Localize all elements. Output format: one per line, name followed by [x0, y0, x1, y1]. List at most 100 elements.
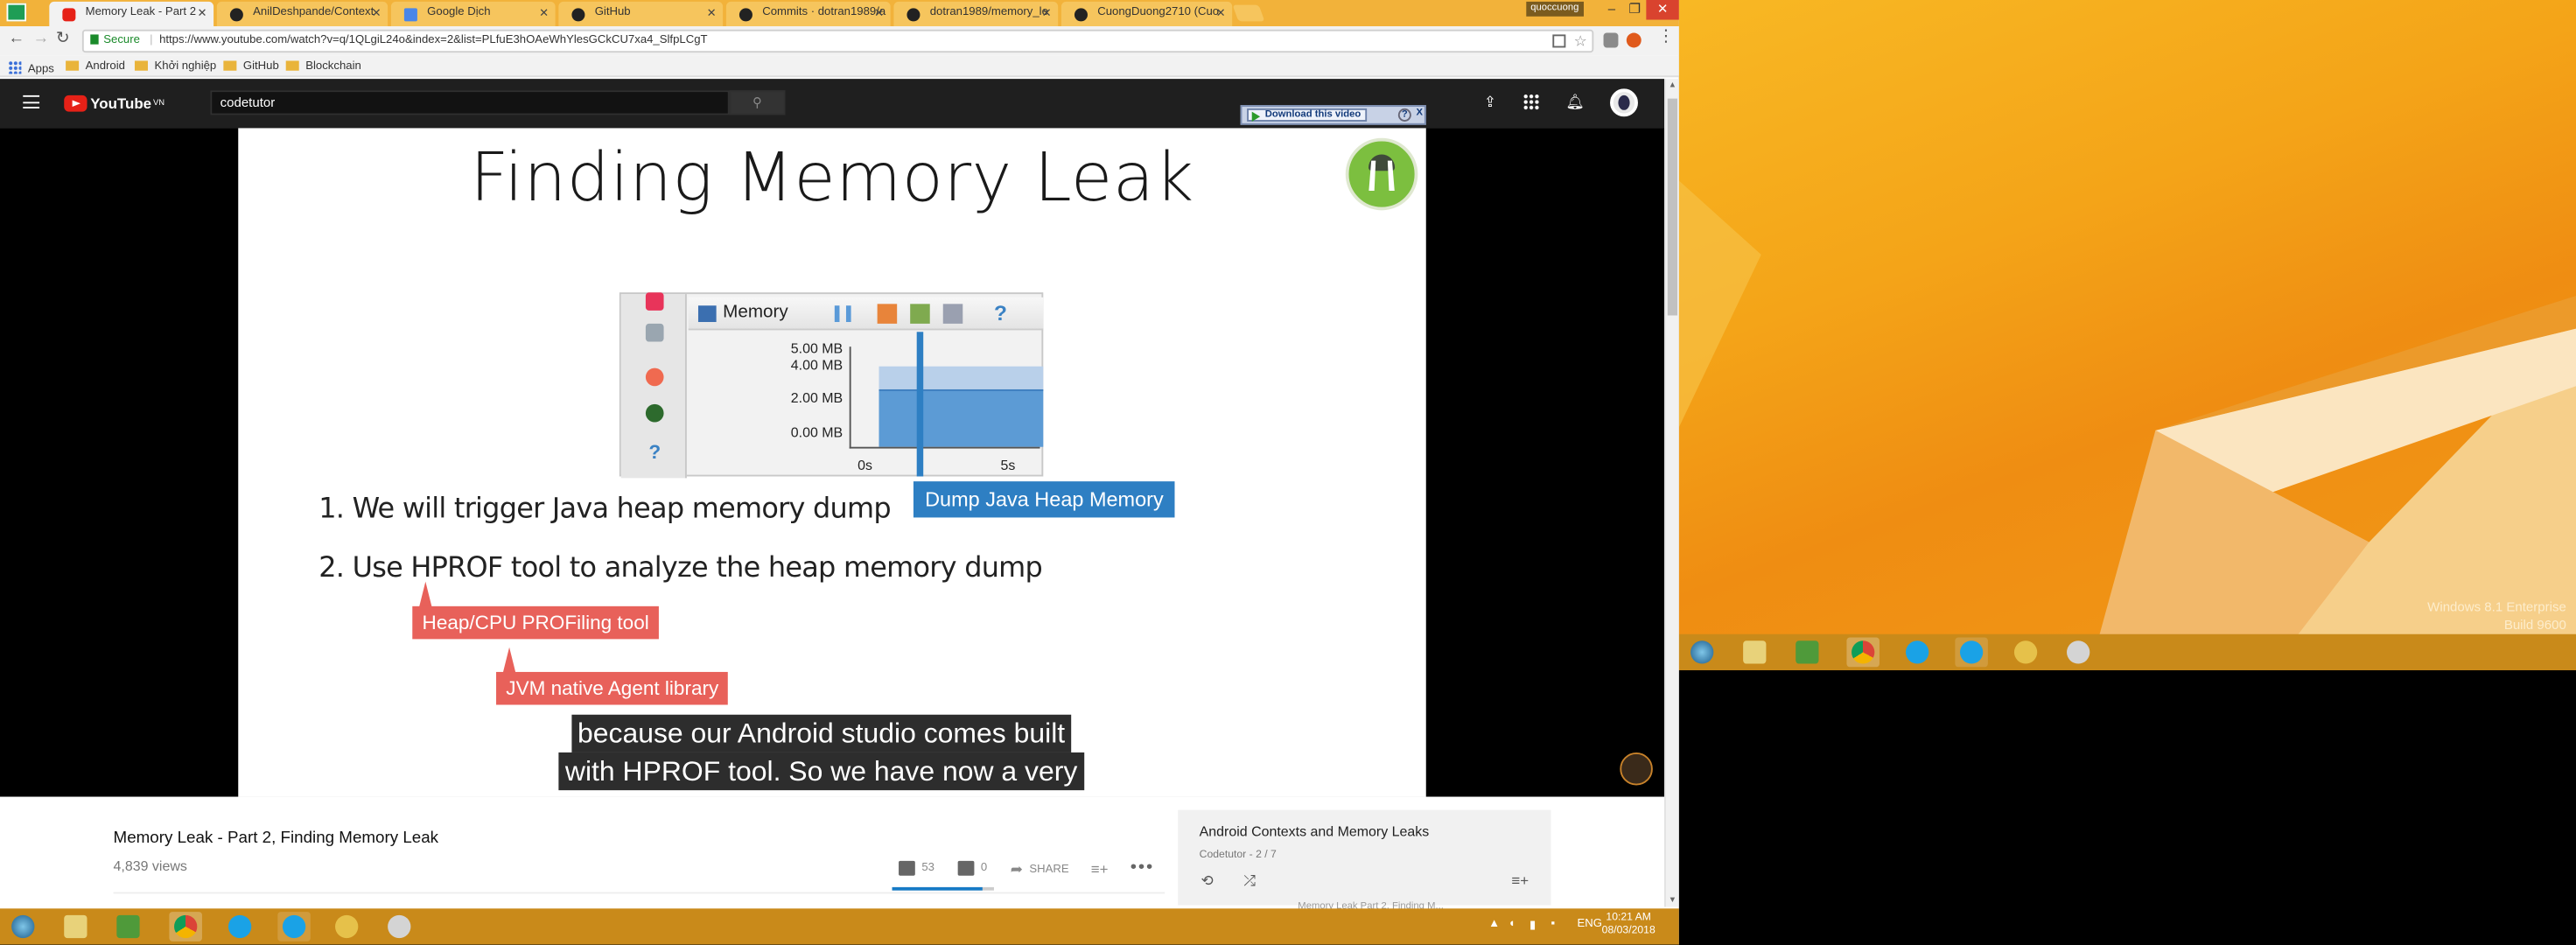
lock-icon	[90, 34, 99, 45]
gc-icon	[645, 403, 664, 423]
new-tab-button[interactable]	[1232, 4, 1265, 22]
loop-icon[interactable]: ⟲	[1201, 872, 1214, 891]
taskbar-android-studio[interactable]	[1791, 638, 1824, 668]
share-button[interactable]: ➦ SHARE	[1011, 861, 1069, 879]
restore-button[interactable]: ❐	[1623, 0, 1646, 20]
taskbar-settings[interactable]	[2062, 638, 2095, 668]
tab-memory-leak-repo[interactable]: dotran1989/memory_le ✕	[893, 1, 1059, 27]
url-text: https://www.youtube.com/watch?v=q/1QLgiL…	[159, 34, 708, 46]
more-actions-icon[interactable]: •••	[1130, 858, 1154, 878]
app-icon	[2013, 640, 2038, 664]
minimize-button[interactable]: –	[1600, 0, 1623, 20]
tab-label: dotran1989/memory_le	[929, 6, 1048, 18]
upload-icon[interactable]: ⇪	[1482, 94, 1499, 110]
shuffle-icon[interactable]: ⤮	[1243, 872, 1256, 891]
bookmark-android[interactable]: Android	[66, 60, 125, 73]
taskbar-explorer[interactable]	[60, 912, 93, 942]
reload-icon[interactable]: ↻	[56, 30, 70, 48]
forward-icon[interactable]: →	[33, 30, 50, 48]
back-icon[interactable]: ←	[8, 30, 24, 48]
volume-icon[interactable]: ◖	[1508, 919, 1516, 930]
tab-label: Memory Leak - Part 2	[85, 6, 197, 18]
bookmark-star-icon[interactable]: ☆	[1574, 32, 1587, 52]
page-scrollbar[interactable]: ▲ ▼	[1664, 79, 1679, 907]
start-button[interactable]	[7, 912, 40, 942]
start-button[interactable]	[1685, 638, 1718, 668]
bookmark-github[interactable]: GitHub	[223, 60, 279, 73]
tab-google-dich[interactable]: Google Dịch ✕	[390, 1, 556, 27]
power-icon[interactable]: ▪	[1550, 919, 1555, 930]
secondary-taskbar	[1678, 634, 2576, 671]
memory-chart: 5.00 MB 4.00 MB 2.00 MB 0.00 MB 0s 5s	[689, 332, 1044, 476]
close-icon[interactable]: X	[1413, 108, 1426, 122]
search-input[interactable]: codetutor	[210, 90, 730, 116]
sheets-app-icon[interactable]	[6, 3, 27, 22]
download-video-button[interactable]: Download this video	[1247, 108, 1368, 122]
channel-watermark[interactable]	[1620, 752, 1653, 786]
search-button[interactable]: ⚲	[729, 90, 786, 116]
close-icon[interactable]: ✕	[539, 7, 549, 19]
tab-memory-leak[interactable]: Memory Leak - Part 2 ✕	[49, 1, 214, 27]
taskbar-skype[interactable]	[1900, 638, 1934, 668]
taskbar-skype-2[interactable]	[277, 912, 311, 942]
folder-icon	[66, 60, 80, 71]
avatar[interactable]	[1610, 88, 1638, 117]
scrollbar-thumb[interactable]	[1667, 98, 1678, 316]
add-to-playlist-button[interactable]: ≡+	[1091, 861, 1109, 878]
close-icon[interactable]: ✕	[1216, 7, 1226, 19]
dislike-button[interactable]: 0	[957, 860, 987, 876]
menu-icon[interactable]	[23, 94, 40, 108]
close-icon[interactable]: ✕	[707, 7, 717, 19]
tray-arrow-icon[interactable]: ▲	[1488, 919, 1500, 930]
tab-cuongduong[interactable]: CuongDuong2710 (Cuo ✕	[1060, 1, 1233, 27]
tab-github[interactable]: GitHub ✕	[558, 1, 724, 27]
language-indicator[interactable]: ENG	[1577, 919, 1601, 930]
taskbar-app[interactable]	[330, 912, 363, 942]
tab-commits[interactable]: Commits · dotran1989/a ✕	[725, 1, 891, 27]
taskbar-skype-2[interactable]	[1955, 637, 1988, 668]
y-tick-label: 2.00 MB	[790, 388, 844, 406]
divider	[113, 892, 1166, 894]
playlist-title[interactable]: Android Contexts and Memory Leaks	[1200, 823, 1430, 840]
bookmark-blockchain[interactable]: Blockchain	[285, 60, 361, 73]
scroll-up-icon[interactable]: ▲	[1668, 80, 1677, 90]
taskbar-chrome[interactable]	[169, 912, 202, 942]
callout-jvm: JVM native Agent library	[496, 671, 729, 705]
close-icon[interactable]: ✕	[372, 7, 382, 19]
close-icon[interactable]: ✕	[1042, 7, 1052, 19]
taskbar-explorer[interactable]	[1739, 638, 1772, 668]
save-playlist-icon[interactable]: ≡+	[1511, 872, 1529, 889]
garbage-truck-icon	[877, 304, 898, 324]
profile-badge[interactable]: quoccuong	[1525, 1, 1585, 17]
skype-icon	[282, 914, 306, 939]
scroll-down-icon[interactable]: ▼	[1668, 895, 1677, 905]
extension-icon[interactable]	[1626, 32, 1642, 48]
menu-dots-icon[interactable]: ⋮	[1657, 28, 1674, 46]
used-area	[878, 388, 1044, 447]
taskbar-settings[interactable]	[382, 912, 416, 942]
taskbar-android-studio[interactable]	[112, 912, 145, 942]
like-button[interactable]: 53	[899, 860, 934, 876]
notifications-bell-icon[interactable]: 🔔︎	[1565, 94, 1584, 110]
taskbar-skype[interactable]	[223, 912, 256, 942]
taskbar-clock[interactable]: 10:21 AM 08/03/2018	[1602, 912, 1656, 938]
taskbar-chrome[interactable]	[1846, 637, 1880, 668]
youtube-logo[interactable]: YouTube VN	[64, 94, 164, 114]
address-bar[interactable]: Secure | https://www.youtube.com/watch?v=…	[81, 29, 1594, 53]
apps-grid-icon[interactable]	[1522, 94, 1540, 110]
tab-anildeshpande[interactable]: AnilDeshpande/Context ✕	[216, 1, 388, 27]
window-controls: – ❐ ✕	[1600, 0, 1679, 20]
close-window-button[interactable]: ✕	[1646, 0, 1679, 20]
translate-page-icon[interactable]	[1552, 34, 1566, 48]
extension-icon[interactable]	[1603, 32, 1619, 48]
bookmark-khoi-nghiep[interactable]: Khởi nghiệp	[134, 60, 216, 73]
close-icon[interactable]: ✕	[874, 7, 884, 19]
network-icon[interactable]: ▮	[1530, 919, 1536, 931]
help-icon[interactable]: ?	[1397, 108, 1411, 122]
taskbar-app[interactable]	[2009, 638, 2042, 668]
pause-icon	[834, 305, 851, 323]
close-icon[interactable]: ✕	[198, 7, 207, 19]
chrome-icon	[1852, 640, 1875, 664]
folder-icon	[134, 60, 148, 71]
bookmark-apps[interactable]: Apps	[8, 60, 54, 75]
